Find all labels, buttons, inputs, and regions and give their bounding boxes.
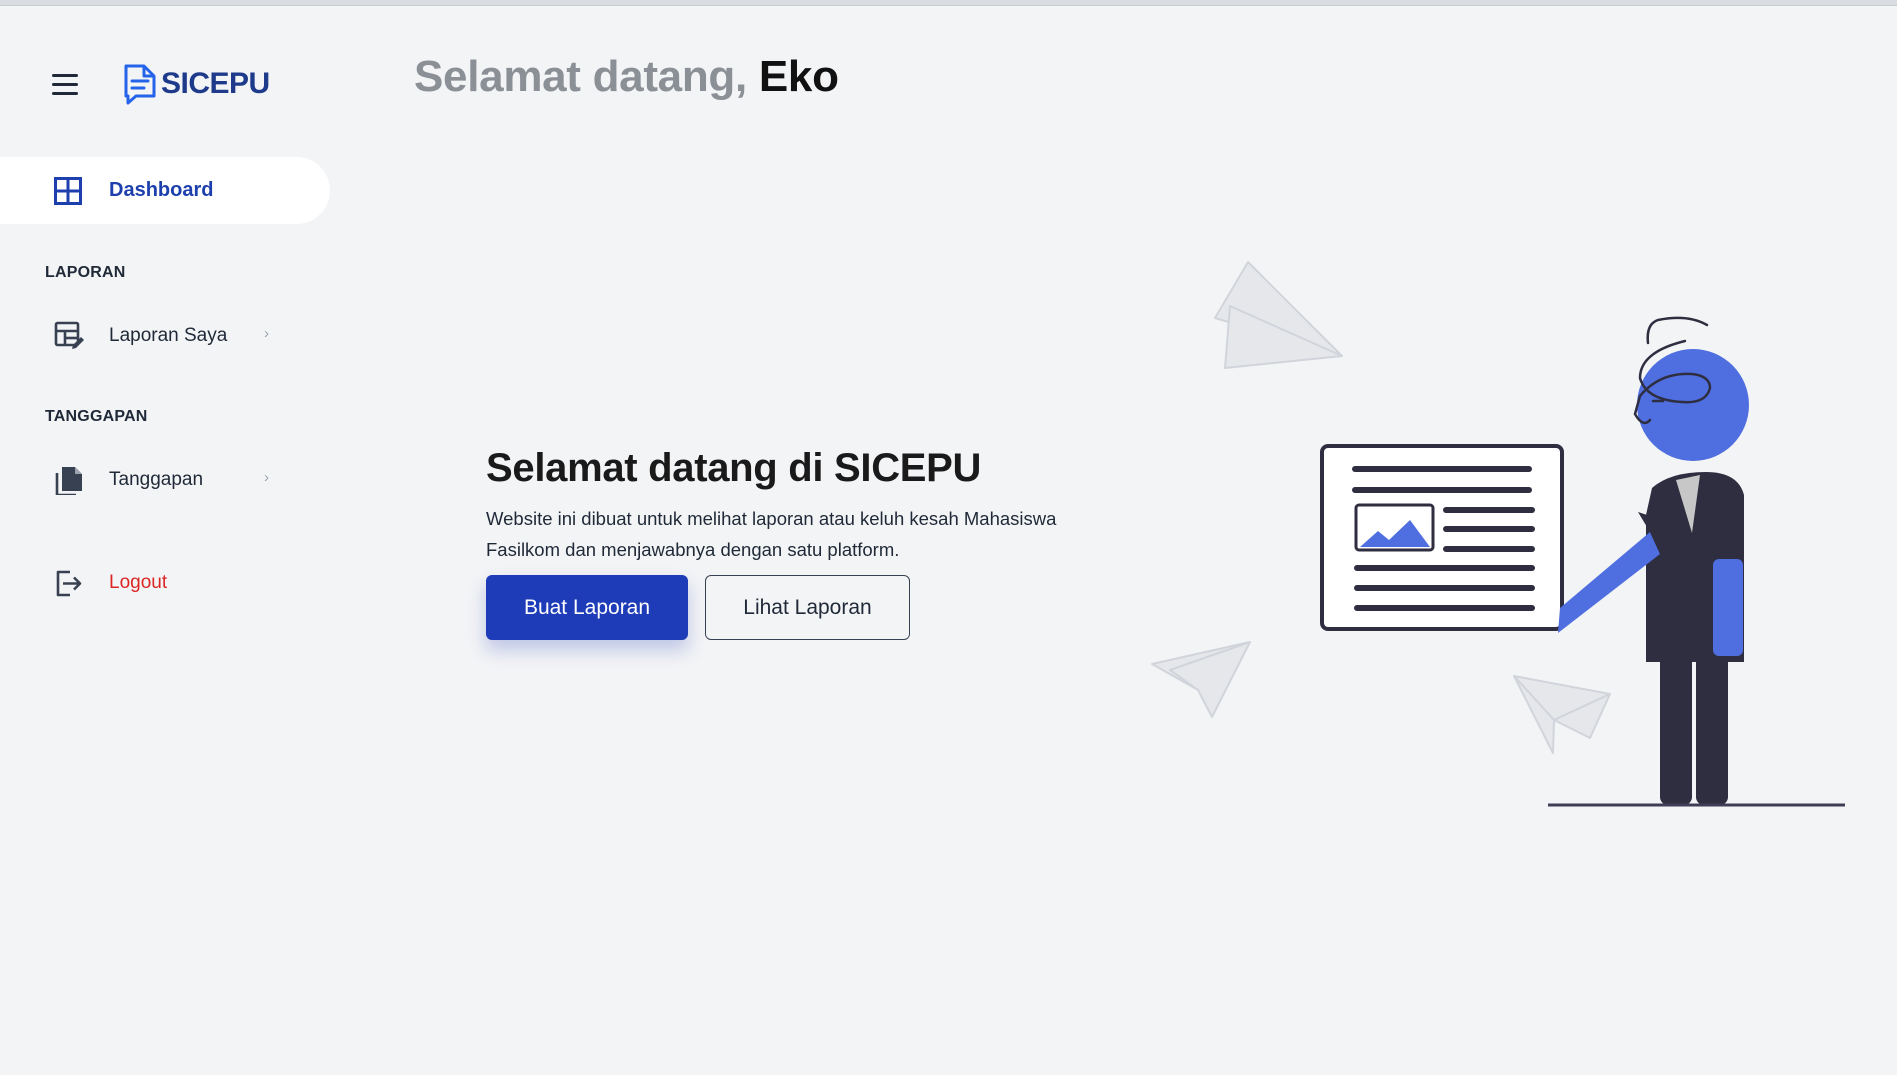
view-reports-button[interactable]: Lihat Laporan	[705, 575, 910, 640]
sidebar-item-label: Dashboard	[109, 179, 214, 201]
report-edit-icon	[54, 321, 84, 349]
grid-icon	[54, 177, 82, 205]
section-title-laporan: LAPORAN	[45, 264, 126, 281]
sidebar-item-label: Laporan Saya	[109, 325, 228, 346]
paper-plane-icon	[1214, 261, 1343, 369]
greeting-prefix: Selamat datang,	[414, 52, 747, 101]
app-name: SICEPU	[161, 67, 270, 100]
hamburger-menu-icon[interactable]	[50, 72, 80, 98]
chevron-right-icon: ›	[264, 325, 269, 342]
sidebar-item-logout[interactable]: Logout	[0, 558, 300, 608]
document-chat-icon	[124, 64, 156, 105]
hero-title: Selamat datang di SICEPU	[486, 446, 982, 490]
logout-icon	[56, 570, 82, 597]
sidebar-item-label: Logout	[109, 572, 168, 593]
presentation-board	[1320, 444, 1564, 631]
sidebar-item-dashboard[interactable]: Dashboard	[0, 157, 330, 224]
sidebar-item-tanggapan[interactable]: Tanggapan ›	[0, 455, 300, 505]
sidebar-item-label: Tanggapan	[109, 469, 204, 490]
user-name: Eko	[758, 52, 839, 101]
create-report-button[interactable]: Buat Laporan	[486, 575, 688, 640]
app-logo[interactable]: SICEPU	[122, 62, 270, 106]
sidebar-item-laporan-saya[interactable]: Laporan Saya ›	[0, 311, 300, 361]
chevron-right-icon: ›	[264, 469, 269, 486]
hero-description: Website ini dibuat untuk melihat laporan…	[486, 508, 1057, 560]
paper-plane-icon	[1513, 675, 1611, 754]
section-title-tanggapan: TANGGAPAN	[45, 408, 148, 425]
documents-icon	[55, 467, 82, 495]
presentation-illustration	[1151, 261, 1845, 807]
paper-plane-icon	[1151, 641, 1251, 718]
page-greeting: Selamat datang, Eko	[414, 52, 839, 102]
sidebar: SICEPU Dashboard LAPORAN Laporan Saya › …	[0, 6, 340, 1075]
